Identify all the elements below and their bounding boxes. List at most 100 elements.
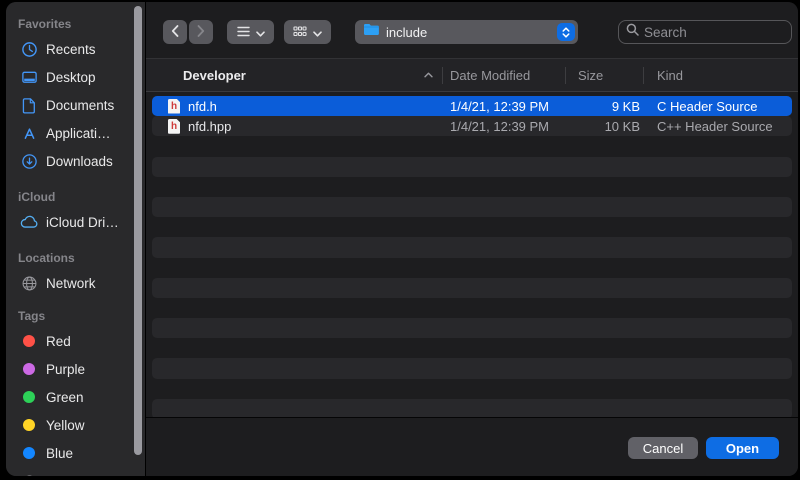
sidebar-section-label: iCloud (18, 186, 145, 208)
sidebar-item-green[interactable]: Green (6, 383, 145, 411)
sidebar-item-blue[interactable]: Blue (6, 439, 145, 467)
empty-row (152, 217, 792, 237)
sidebar-item-yellow[interactable]: Yellow (6, 411, 145, 439)
empty-row (152, 358, 792, 378)
chevron-down-icon (313, 25, 322, 40)
sidebar-item-label: Downloads (46, 154, 113, 169)
folder-icon (363, 23, 380, 41)
file-size: 10 KB (552, 119, 640, 134)
file-row-nfd.hpp[interactable]: hnfd.hpp1/4/21, 12:39 PM10 KBC++ Header … (152, 116, 792, 136)
sort-ascending-icon (424, 59, 433, 91)
search-field[interactable] (618, 20, 792, 44)
cancel-button[interactable]: Cancel (628, 437, 698, 459)
desktop-icon (19, 67, 39, 87)
current-folder-name: include (386, 25, 427, 40)
sidebar-item-all-tags[interactable]: All Tags (6, 467, 145, 476)
empty-row (152, 298, 792, 318)
sidebar-section-locations: Locations Network (6, 247, 145, 297)
appstore-icon (19, 123, 39, 143)
column-divider (565, 67, 566, 84)
column-header-kind[interactable]: Kind (657, 59, 683, 91)
list-view-icon (237, 25, 250, 40)
empty-row (152, 338, 792, 358)
sidebar-item-downloads[interactable]: Downloads (6, 147, 145, 175)
sidebar-item-label: Network (46, 276, 96, 291)
column-header-date-modified[interactable]: Date Modified (450, 59, 530, 91)
sidebar-sections: Favorites Recents Desktop Documents Applicat… (6, 13, 145, 476)
list-view-button[interactable] (227, 20, 274, 44)
forward-button[interactable] (189, 20, 213, 44)
sidebar-section-label: Locations (18, 247, 145, 269)
chevron-right-icon (197, 25, 205, 40)
empty-row (152, 379, 792, 399)
sidebar-item-label: Desktop (46, 70, 96, 85)
file-date-modified: 1/4/21, 12:39 PM (450, 99, 549, 114)
sidebar-item-red[interactable]: Red (6, 327, 145, 355)
empty-row (152, 177, 792, 197)
file-date-modified: 1/4/21, 12:39 PM (450, 119, 549, 134)
empty-row (152, 318, 792, 338)
globe-icon (19, 273, 39, 293)
sidebar-item-documents[interactable]: Documents (6, 91, 145, 119)
main-pane: include Developer Date Modified Size Kin… (145, 2, 798, 476)
list-header: Developer Date Modified Size Kind (146, 58, 798, 92)
sidebar-item-label: Yellow (46, 418, 85, 433)
sidebar-item-label: Blue (46, 446, 73, 461)
empty-row (152, 136, 792, 156)
chevron-down-icon (256, 25, 265, 40)
chevron-left-icon (171, 25, 179, 40)
download-icon (19, 151, 39, 171)
sidebar-item-label: All Tags (46, 474, 93, 477)
file-name: nfd.hpp (188, 119, 231, 134)
all-tags-icon (19, 471, 39, 476)
empty-row (152, 399, 792, 417)
group-view-button[interactable] (284, 20, 331, 44)
sidebar-item-label: Green (46, 390, 84, 405)
sidebar-item-label: Red (46, 334, 71, 349)
tag-dot (19, 331, 39, 351)
open-button[interactable]: Open (706, 437, 779, 459)
column-header-developer[interactable]: Developer (183, 59, 246, 91)
sidebar-item-icloud-dri[interactable]: iCloud Dri… (6, 208, 145, 236)
sidebar-scrollbar[interactable] (134, 6, 142, 455)
sidebar-item-label: iCloud Dri… (46, 215, 119, 230)
tag-dot (19, 359, 39, 379)
sidebar-item-label: Documents (46, 98, 114, 113)
sidebar-item-label: Recents (46, 42, 96, 57)
cloud-icon (19, 212, 39, 232)
column-header-size[interactable]: Size (578, 59, 603, 91)
sidebar-item-desktop[interactable]: Desktop (6, 63, 145, 91)
column-divider (442, 67, 443, 84)
sidebar-section-favorites: Favorites Recents Desktop Documents Applicat… (6, 13, 145, 175)
sidebar-item-applicati[interactable]: Applicati… (6, 119, 145, 147)
file-list: h nfd.h 1/4/21, 12:39 PM9 KB C Header Sourc… (146, 92, 798, 417)
clock-icon (19, 39, 39, 59)
sidebar: Favorites Recents Desktop Documents Applicat… (6, 2, 145, 476)
column-divider (643, 67, 644, 84)
grid-view-icon (293, 25, 307, 40)
sidebar-item-recents[interactable]: Recents (6, 35, 145, 63)
empty-row (152, 197, 792, 217)
empty-row (152, 157, 792, 177)
empty-row (152, 237, 792, 257)
sidebar-section-label: Tags (18, 305, 145, 327)
empty-row (152, 258, 792, 278)
sidebar-section-icloud: iCloud iCloud Dri… (6, 186, 145, 236)
file-size: 9 KB (552, 99, 640, 114)
search-input[interactable] (644, 25, 774, 40)
tag-dot (19, 443, 39, 463)
back-button[interactable] (163, 20, 187, 44)
document-icon (19, 95, 39, 115)
footer: Cancel Open (146, 418, 798, 476)
sidebar-item-purple[interactable]: Purple (6, 355, 145, 383)
file-kind: C Header Source (657, 99, 757, 114)
c-header-file-icon: h (168, 99, 180, 114)
file-row-nfd.h[interactable]: h nfd.h 1/4/21, 12:39 PM9 KB C Header Sourc… (152, 96, 792, 116)
sidebar-item-network[interactable]: Network (6, 269, 145, 297)
search-icon (626, 23, 639, 41)
open-file-dialog: Favorites Recents Desktop Documents Applicat… (6, 2, 798, 476)
current-folder-popup[interactable]: include (355, 20, 578, 44)
sidebar-item-label: Purple (46, 362, 85, 377)
file-name: nfd.h (188, 99, 217, 114)
sidebar-section-label: Favorites (18, 13, 145, 35)
